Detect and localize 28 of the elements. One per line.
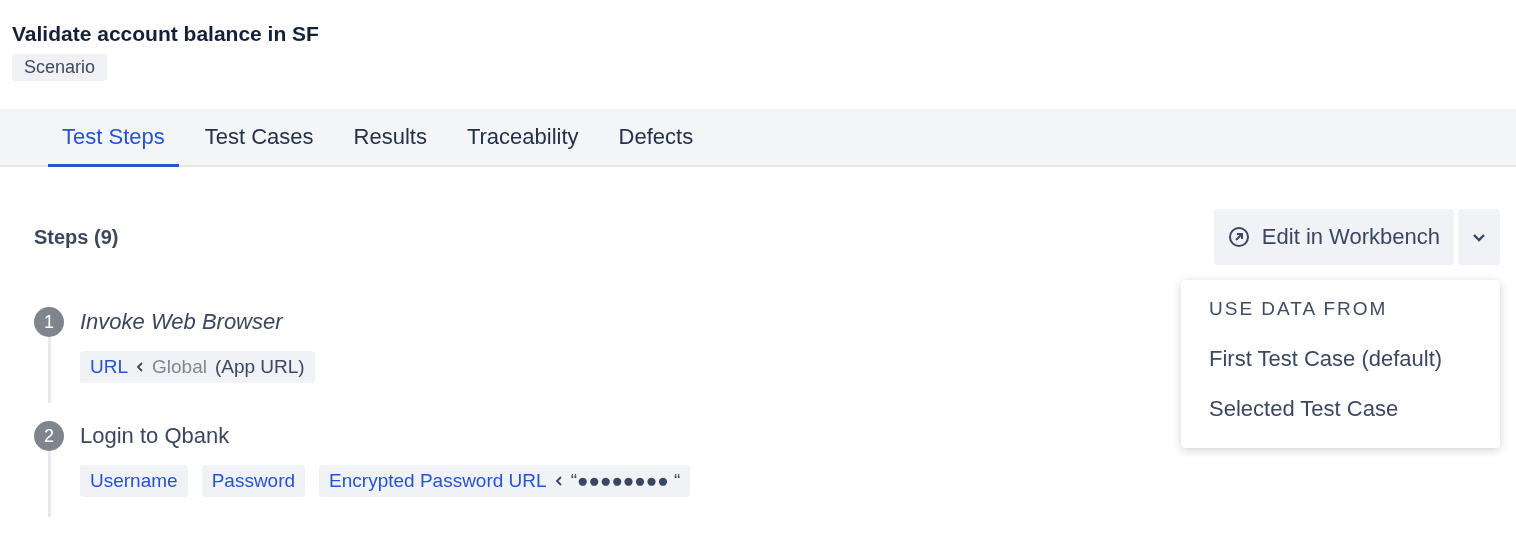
tab[interactable]: Results (339, 109, 441, 167)
step-title: Invoke Web Browser (80, 309, 283, 335)
page-title: Validate account balance in SF (12, 22, 319, 46)
parameter-source: Global (152, 356, 207, 378)
tab[interactable]: Test Steps (48, 109, 179, 167)
chevron-left-icon (554, 475, 563, 487)
tab[interactable]: Traceability (452, 109, 593, 167)
menu-item[interactable]: First Test Case (default) (1181, 334, 1500, 384)
tab[interactable]: Test Cases (190, 109, 328, 167)
step-number: 1 (34, 307, 64, 337)
menu-heading: USE DATA FROM (1208, 298, 1389, 321)
type-badge: Scenario (12, 54, 108, 81)
section-heading: Steps (9) (34, 225, 119, 249)
parameter-value: (App URL) (214, 356, 305, 378)
parameter-name: URL (90, 356, 128, 378)
dropdown-button[interactable] (1458, 209, 1500, 265)
parameter-name: Encrypted Password URL (329, 470, 547, 492)
step-number: 2 (34, 421, 64, 451)
arrow-circle-icon (1227, 226, 1250, 248)
chevron-left-icon (136, 361, 144, 373)
edit-button[interactable]: Edit in Workbench (1213, 209, 1454, 265)
parameter-value: “●●●●●●●● “ (570, 470, 681, 492)
step-title: Login to Qbank (80, 423, 230, 449)
chevron-down-icon (1472, 232, 1486, 242)
parameter-name: Password (211, 470, 296, 492)
menu-item[interactable]: Selected Test Case (1181, 384, 1500, 434)
parameter-name: Username (90, 470, 178, 492)
tab[interactable]: Defects (604, 109, 708, 167)
